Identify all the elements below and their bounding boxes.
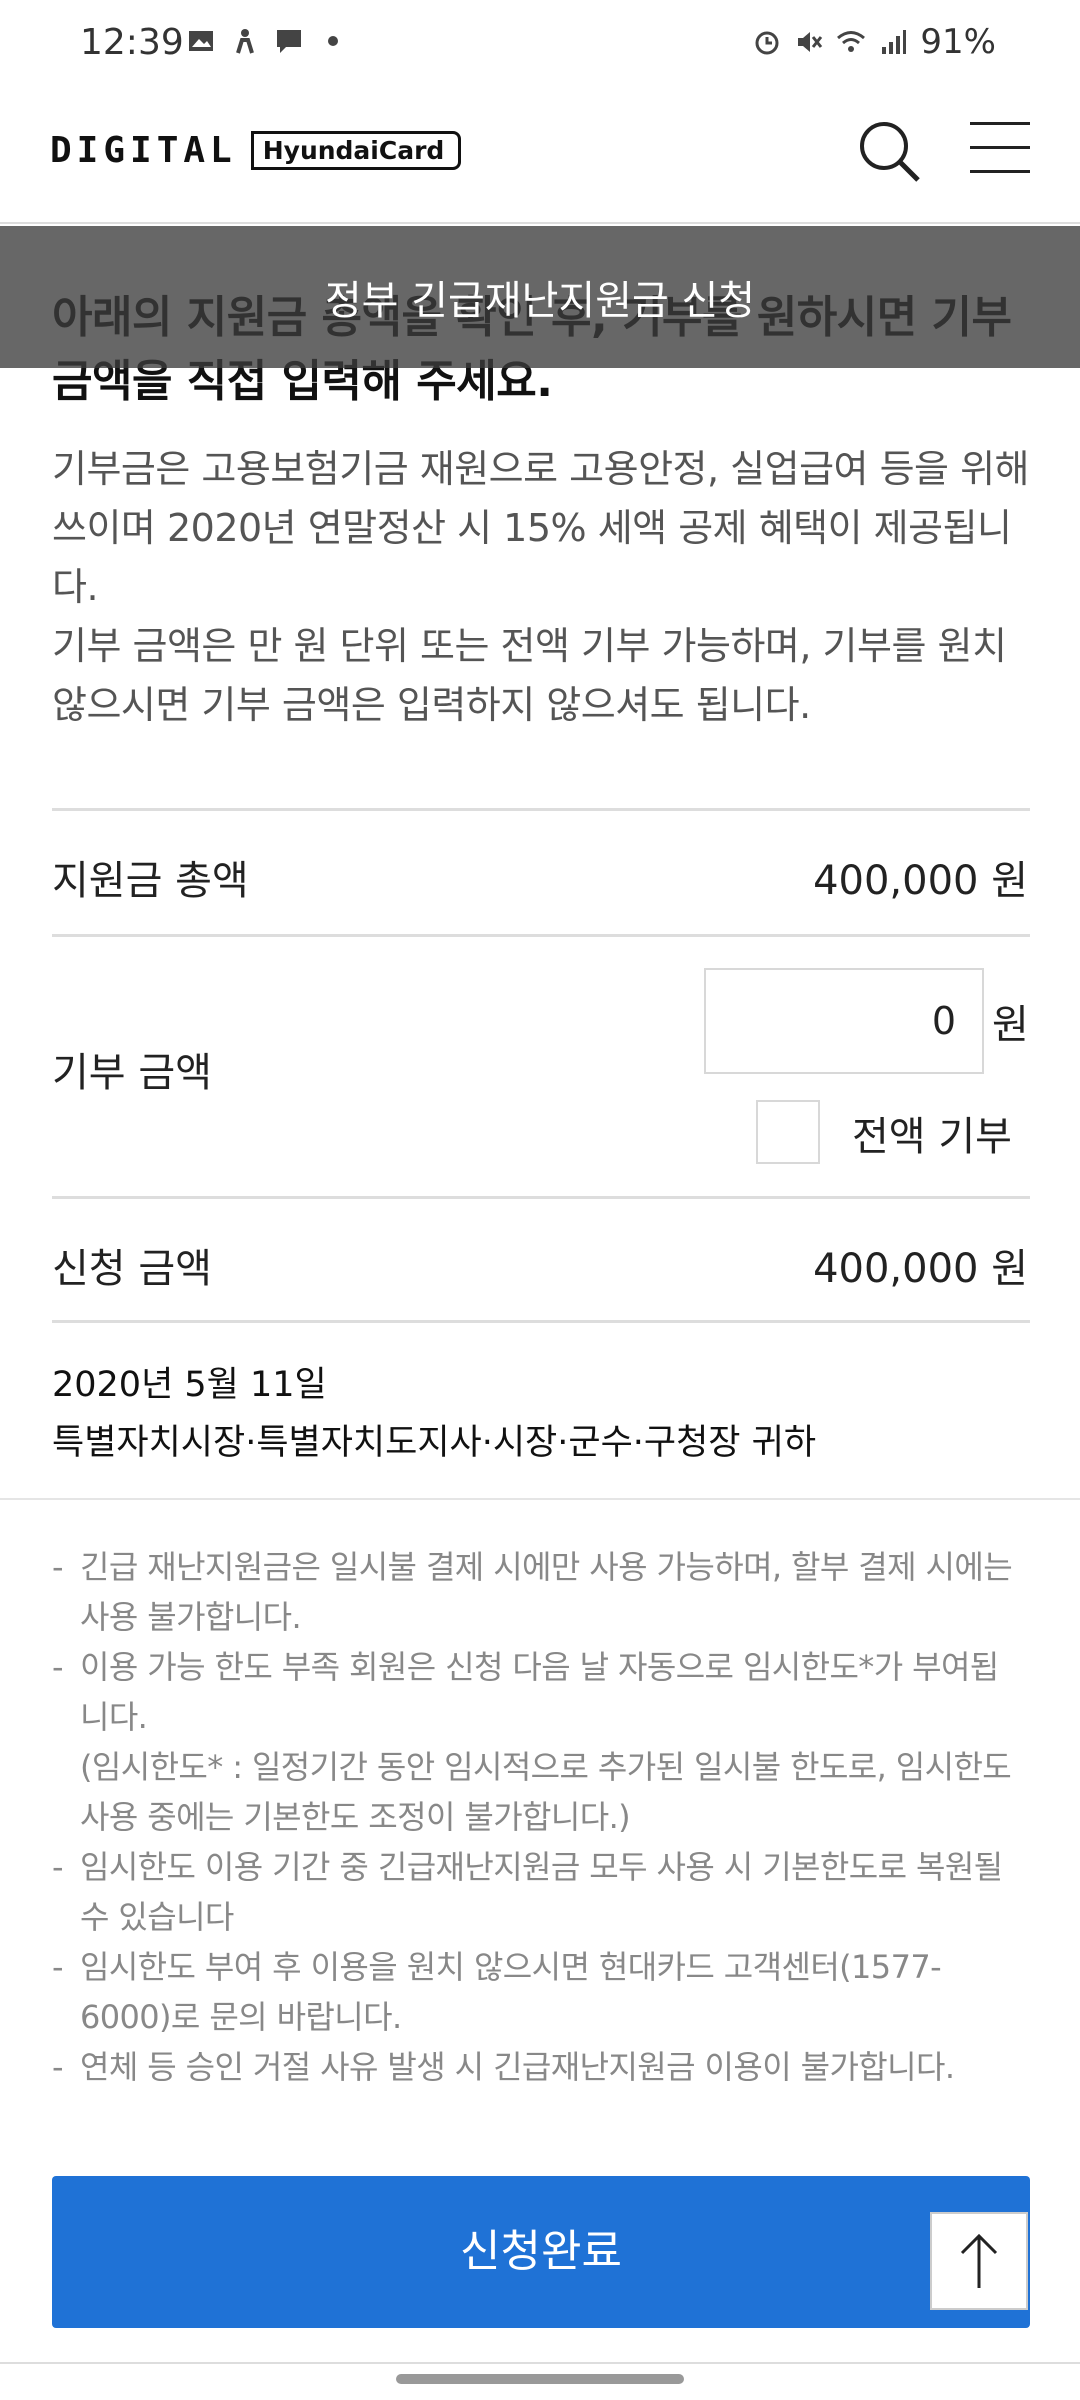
full-donation-checkbox[interactable]	[756, 1100, 820, 1164]
dot-icon	[328, 36, 338, 46]
logo-brand-text: HyundaiCard	[250, 131, 462, 170]
divider	[52, 808, 1030, 811]
hamburger-icon-line	[970, 122, 1030, 125]
arrow-up-icon	[960, 2233, 998, 2288]
divider	[52, 1196, 1030, 1199]
donation-unit: 원	[992, 1002, 1029, 1048]
accessibility-icon	[236, 29, 254, 54]
hyundai-card-logo[interactable]: DIGITAL HyundaiCard	[50, 130, 462, 171]
apply-amount-label: 신청 금액	[52, 1246, 212, 1292]
description-paragraph: 기부금은 고용보험기금 재원으로 고용안정, 실업급여 등을 위해 쓰이며 20…	[52, 447, 1030, 609]
message-icon	[277, 30, 301, 53]
donation-amount-input[interactable]: 0	[704, 968, 984, 1074]
hamburger-icon-line	[970, 170, 1030, 173]
total-label: 지원금 총액	[52, 858, 249, 904]
search-button[interactable]	[854, 116, 924, 186]
gallery-icon	[189, 31, 213, 51]
total-value: 400,000 원	[813, 858, 1028, 904]
battery-level: 91%	[920, 22, 996, 62]
notice-item: 긴급 재난지원금은 일시불 결제 시에만 사용 가능하며, 할부 결제 시에는 …	[52, 1542, 1022, 1642]
status-bar: 12:39 91%	[0, 0, 1080, 92]
divider	[52, 1320, 1030, 1323]
notice-list: 긴급 재난지원금은 일시불 결제 시에만 사용 가능하며, 할부 결제 시에는 …	[52, 1542, 1022, 2092]
notice-item: 이용 가능 한도 부족 회원은 신청 다음 날 자동으로 임시한도*가 부여됩니…	[52, 1642, 1022, 1742]
menu-button[interactable]	[970, 122, 1030, 178]
notice-item: 임시한도 이용 기간 중 긴급재난지원금 모두 사용 시 기본한도로 복원될 수…	[52, 1842, 1022, 1942]
logo-digital-text: DIGITAL	[50, 130, 237, 171]
notice-item: 연체 등 승인 거절 사유 발생 시 긴급재난지원금 이용이 불가합니다.	[52, 2042, 1022, 2092]
description-paragraph: 기부 금액은 만 원 단위 또는 전액 기부 가능하며, 기부를 원치 않으시면…	[52, 624, 1007, 727]
system-icons: 91%	[752, 22, 996, 62]
submit-button[interactable]: 신청완료	[52, 2176, 1030, 2328]
mute-icon	[798, 32, 823, 52]
notice-item: 임시한도 부여 후 이용을 원치 않으시면 현대카드 고객센터(1577-600…	[52, 1942, 1022, 2042]
description: 기부금은 고용보험기금 재원으로 고용안정, 실업급여 등을 위해 쓰이며 20…	[52, 440, 1042, 735]
alarm-icon	[755, 31, 779, 55]
app-header: DIGITAL HyundaiCard	[0, 92, 1080, 224]
wifi-icon	[837, 31, 866, 52]
donation-label: 기부 금액	[52, 1050, 212, 1096]
page-title: 정부 긴급재난지원금 신청	[324, 278, 756, 324]
scroll-to-top-button[interactable]	[930, 2212, 1028, 2310]
notification-icons	[186, 26, 348, 56]
full-donation-label[interactable]: 전액 기부	[852, 1104, 1012, 1162]
search-icon	[860, 122, 920, 182]
divider	[52, 934, 1030, 937]
apply-amount-value: 400,000 원	[813, 1246, 1028, 1292]
application-date: 2020년 5월 11일	[52, 1365, 327, 1405]
page-title-overlay: 정부 긴급재난지원금 신청	[0, 226, 1080, 368]
notice-subitem: (임시한도* : 일정기간 동안 임시적으로 추가된 일시불 한도로, 임시한도…	[80, 1748, 1012, 1836]
section-divider	[0, 1498, 1080, 1500]
signal-icon	[882, 30, 907, 54]
addressee: 특별자치시장·특별자치도지사·시장·군수·구청장 귀하	[52, 1423, 817, 1463]
status-time: 12:39	[80, 22, 184, 63]
divider	[0, 2362, 1080, 2364]
hamburger-icon-line	[970, 146, 1030, 149]
home-indicator[interactable]	[396, 2374, 684, 2384]
